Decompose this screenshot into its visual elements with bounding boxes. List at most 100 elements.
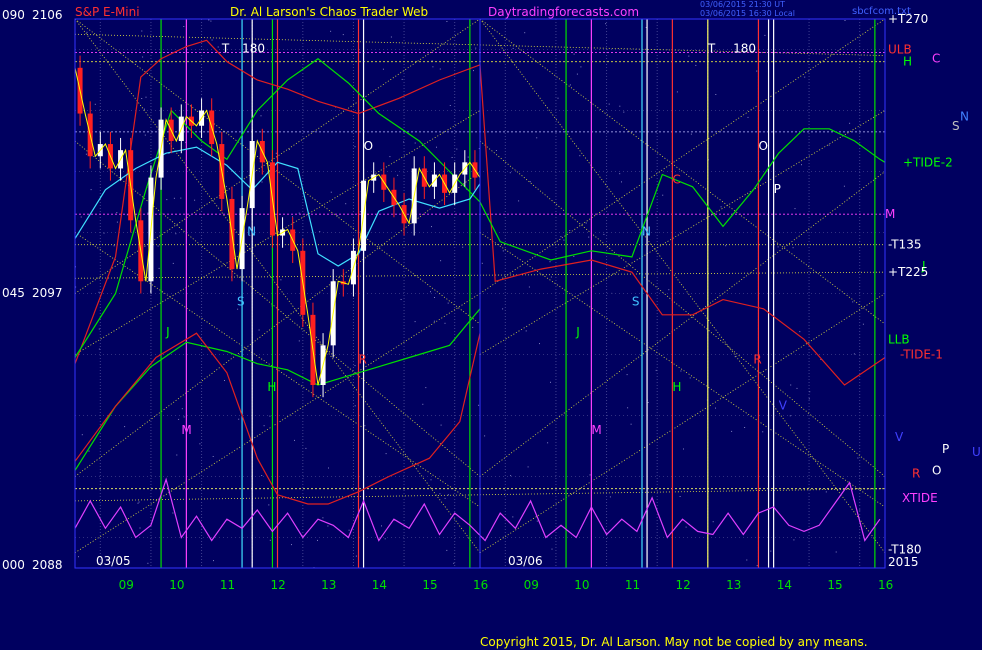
star-dot xyxy=(789,415,791,417)
site-url[interactable]: Daytradingforecasts.com xyxy=(488,5,639,19)
star-dot xyxy=(679,496,681,497)
star-dot xyxy=(434,297,435,298)
star-dot xyxy=(676,91,678,93)
star-dot xyxy=(560,236,562,238)
star-dot xyxy=(794,208,796,210)
star-dot xyxy=(183,26,185,27)
star-dot xyxy=(98,328,100,330)
inline-label: V xyxy=(779,398,788,412)
star-dot xyxy=(447,302,449,304)
x-tick-13: 13 xyxy=(321,578,336,592)
star-dot xyxy=(390,36,392,38)
star-dot xyxy=(124,426,126,428)
star-dot xyxy=(330,30,332,32)
y-index-top: 090 xyxy=(2,8,25,22)
x-tick-14: 14 xyxy=(372,578,387,592)
y-price-mid: 2097 xyxy=(32,286,63,300)
star-dot xyxy=(147,212,149,214)
star-dot xyxy=(524,32,526,34)
star-dot xyxy=(440,424,442,426)
star-dot xyxy=(172,512,174,514)
star-dot xyxy=(444,497,446,499)
star-dot xyxy=(143,108,145,110)
star-dot xyxy=(621,181,622,183)
x-tick-09: 09 xyxy=(524,578,539,592)
star-dot xyxy=(385,453,387,455)
right-label: XTIDE xyxy=(902,491,938,505)
star-dot xyxy=(158,267,160,269)
timestamp-ut: 03/06/2015 21:30 UT xyxy=(700,0,785,9)
star-dot xyxy=(354,146,356,148)
star-dot xyxy=(90,189,92,191)
right-label: +T225 xyxy=(888,265,928,279)
star-dot xyxy=(744,427,746,428)
star-dot xyxy=(588,236,590,238)
star-dot xyxy=(397,174,399,176)
star-dot xyxy=(422,403,424,405)
star-dot xyxy=(862,323,864,325)
star-dot xyxy=(528,286,530,288)
star-dot xyxy=(98,291,100,293)
inline-label: N xyxy=(642,225,651,239)
inline-label: 180 xyxy=(242,42,265,56)
star-dot xyxy=(142,56,144,58)
right-label: V xyxy=(895,430,904,444)
x-tick-16: 16 xyxy=(878,578,893,592)
x-tick-09: 09 xyxy=(119,578,134,592)
star-dot xyxy=(563,239,565,241)
star-dot xyxy=(237,308,239,310)
star-dot xyxy=(439,68,441,70)
star-dot xyxy=(213,560,214,562)
star-dot xyxy=(292,216,293,218)
star-dot xyxy=(181,408,183,410)
star-dot xyxy=(269,415,271,417)
right-label: -TIDE-1 xyxy=(900,348,943,362)
star-dot xyxy=(147,562,149,564)
star-dot xyxy=(859,509,861,511)
inline-label: T xyxy=(707,42,716,56)
star-dot xyxy=(573,53,575,55)
session-date-1: 03/05 xyxy=(96,554,131,568)
star-dot xyxy=(668,289,670,291)
inline-label: R xyxy=(359,353,367,367)
star-dot xyxy=(439,493,441,495)
x-tick-16: 16 xyxy=(473,578,488,592)
right-label: U xyxy=(972,445,981,459)
star-dot xyxy=(425,387,427,389)
star-dot xyxy=(551,548,553,550)
star-dot xyxy=(433,320,435,322)
star-dot xyxy=(86,31,88,33)
x-tick-12: 12 xyxy=(271,578,286,592)
star-dot xyxy=(725,245,727,247)
x-tick-11: 11 xyxy=(220,578,235,592)
star-dot xyxy=(627,407,629,409)
star-dot xyxy=(208,19,210,21)
right-label: -T135 xyxy=(888,238,921,252)
star-dot xyxy=(462,246,464,248)
star-dot xyxy=(275,152,277,154)
star-dot xyxy=(288,148,290,150)
star-dot xyxy=(619,173,621,175)
star-dot xyxy=(199,443,201,445)
inline-label: J xyxy=(165,325,170,339)
star-dot xyxy=(389,156,391,158)
star-dot xyxy=(113,245,115,247)
star-dot xyxy=(529,181,531,183)
star-dot xyxy=(747,116,749,118)
y-index-mid: 045 xyxy=(2,286,25,300)
y-price-bottom: 2088 xyxy=(32,558,63,572)
star-dot xyxy=(355,555,357,557)
star-dot xyxy=(536,137,538,139)
star-dot xyxy=(589,474,591,476)
star-dot xyxy=(173,197,175,199)
star-dot xyxy=(549,261,551,263)
x-tick-14: 14 xyxy=(777,578,792,592)
star-dot xyxy=(381,525,382,527)
star-dot xyxy=(337,215,339,217)
star-dot xyxy=(509,172,511,174)
star-dot xyxy=(261,181,263,183)
star-dot xyxy=(608,103,610,105)
inline-label: H xyxy=(267,380,276,394)
star-dot xyxy=(630,423,632,425)
star-dot xyxy=(720,206,722,208)
